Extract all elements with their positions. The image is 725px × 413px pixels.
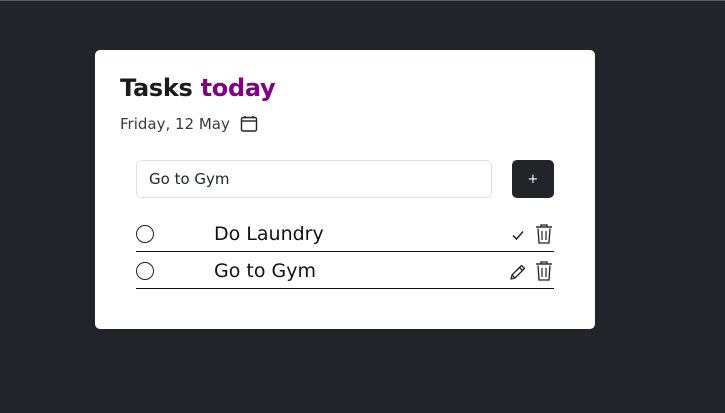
trash-icon[interactable]	[534, 260, 554, 282]
task-row: Do Laundry	[136, 221, 554, 252]
window-top-border	[0, 0, 725, 1]
task-text: Do Laundry	[214, 223, 324, 245]
page-title: Tasks today	[120, 74, 276, 102]
task-text: Go to Gym	[214, 260, 316, 282]
date-label: Friday, 12 May	[120, 115, 230, 133]
task-complete-radio[interactable]	[136, 225, 154, 243]
date-row: Friday, 12 May	[120, 115, 258, 133]
trash-icon[interactable]	[534, 223, 554, 245]
new-task-input[interactable]	[136, 160, 492, 198]
pencil-icon[interactable]	[508, 262, 528, 282]
task-row: Go to Gym	[136, 258, 554, 289]
calendar-icon[interactable]	[240, 115, 258, 133]
title-main: Tasks	[120, 74, 193, 102]
task-complete-radio[interactable]	[136, 262, 154, 280]
title-accent: today	[200, 74, 276, 102]
check-icon[interactable]	[508, 225, 528, 245]
tasks-card: Tasks today Friday, 12 May + Do Laundry	[95, 50, 595, 329]
add-task-button[interactable]: +	[512, 160, 554, 198]
